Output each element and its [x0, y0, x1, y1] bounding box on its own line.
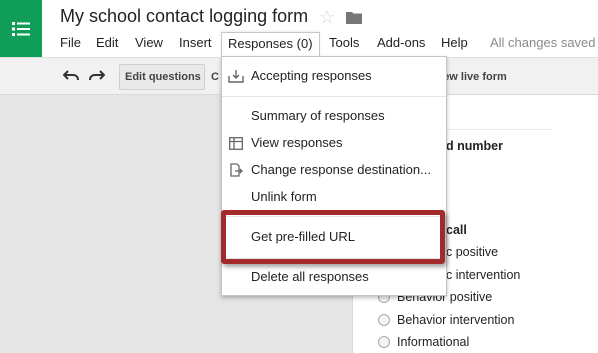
- edit-questions-button[interactable]: Edit questions: [119, 64, 205, 90]
- menu-item-change-response-destination[interactable]: Change response destination...: [222, 158, 446, 182]
- view-live-form-label: View live form: [442, 71, 507, 83]
- menu-separator: [222, 258, 446, 259]
- menu-add-ons[interactable]: Add-ons: [377, 33, 425, 55]
- menu-item-label: Accepting responses: [251, 68, 372, 83]
- app-header: My school contact logging form ☆ File Ed…: [0, 0, 598, 57]
- option-label: Informational: [397, 335, 470, 349]
- radio-button[interactable]: [378, 336, 390, 348]
- question-title-1[interactable]: d number: [446, 139, 503, 153]
- star-icon[interactable]: ☆: [319, 7, 335, 27]
- view-live-form-button[interactable]: View live form: [441, 64, 531, 90]
- undo-icon[interactable]: [62, 68, 80, 84]
- menu-item-label: Unlink form: [251, 189, 317, 204]
- menu-separator: [222, 96, 446, 97]
- menu-item-label: Get pre-filled URL: [251, 229, 356, 244]
- menu-tools[interactable]: Tools: [329, 33, 359, 55]
- responses-menu: Accepting responses Summary of responses…: [221, 56, 447, 296]
- radio-option[interactable]: Behavior intervention: [378, 311, 514, 329]
- folder-icon[interactable]: [346, 11, 362, 29]
- menu-item-label: Delete all responses: [251, 269, 369, 284]
- menu-file[interactable]: File: [60, 33, 81, 55]
- table-icon: [228, 135, 244, 151]
- menu-insert[interactable]: Insert: [179, 33, 212, 55]
- option-label: c intervention: [446, 268, 521, 282]
- menu-item-unlink-form[interactable]: Unlink form: [222, 185, 446, 209]
- radio-option[interactable]: Informational: [378, 333, 469, 351]
- redo-icon[interactable]: [88, 68, 106, 84]
- menu-responses[interactable]: Responses (0): [221, 32, 320, 56]
- destination-icon: [228, 162, 244, 178]
- inbox-download-icon: [228, 68, 244, 84]
- menu-item-accepting-responses[interactable]: Accepting responses: [222, 64, 446, 88]
- menubar: File Edit View Insert Responses (0) Tool…: [0, 32, 598, 56]
- menu-edit[interactable]: Edit: [96, 33, 118, 55]
- menu-view[interactable]: View: [135, 33, 163, 55]
- question-title-2[interactable]: call: [446, 223, 467, 237]
- menu-item-get-pre-filled-url[interactable]: Get pre-filled URL: [222, 225, 446, 249]
- menu-item-label: Change response destination...: [251, 162, 431, 177]
- menu-item-summary-of-responses[interactable]: Summary of responses: [222, 104, 446, 128]
- menu-item-delete-all-responses[interactable]: Delete all responses: [222, 265, 446, 289]
- menu-help[interactable]: Help: [441, 33, 468, 55]
- radio-button[interactable]: [378, 314, 390, 326]
- menu-item-label: Summary of responses: [251, 108, 385, 123]
- menu-item-view-responses[interactable]: View responses: [222, 131, 446, 155]
- menu-separator: [222, 216, 446, 217]
- save-status: All changes saved: [490, 35, 596, 50]
- option-label: Behavior intervention: [397, 313, 515, 327]
- option-label: c positive: [446, 245, 499, 259]
- menu-item-label: View responses: [251, 135, 343, 150]
- document-title[interactable]: My school contact logging form: [60, 6, 308, 27]
